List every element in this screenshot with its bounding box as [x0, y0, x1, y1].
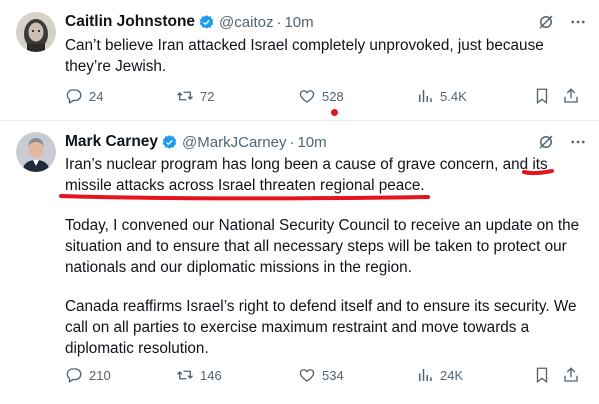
bookmark-button[interactable]: [533, 87, 551, 105]
bookmark-button[interactable]: [533, 366, 551, 384]
reply-count: 210: [89, 367, 111, 383]
reply-icon: [66, 368, 82, 383]
reply-button[interactable]: 210: [65, 366, 111, 384]
tweet-top-actions: [537, 12, 587, 32]
timestamp[interactable]: 10m: [297, 134, 326, 151]
retweet-icon: [177, 91, 193, 101]
views-button[interactable]: 24K: [416, 366, 463, 384]
retweet-count: 146: [200, 367, 222, 383]
text-line: situation and to ensure that all necessa…: [65, 238, 567, 255]
views-button[interactable]: 5.4K: [416, 87, 467, 105]
bookmark-icon: [536, 88, 548, 105]
timestamp[interactable]: 10m: [284, 14, 313, 31]
text-line: Iran’s nuclear program has long been a c…: [65, 156, 548, 173]
heart-icon: [299, 90, 315, 103]
reply-icon: [66, 89, 82, 104]
tweet-actions: 24 72 528 5.4K: [65, 87, 585, 107]
reply-count: 24: [89, 88, 104, 104]
views-icon: [419, 369, 432, 381]
views-count: 5.4K: [440, 88, 467, 104]
grok-icon[interactable]: [537, 133, 555, 151]
retweet-icon: [177, 370, 193, 380]
display-name[interactable]: Mark Carney: [65, 133, 158, 151]
text-line: call on all parties to exercise maximum …: [65, 319, 530, 336]
views-count: 24K: [440, 367, 464, 383]
like-button[interactable]: 528: [298, 87, 344, 105]
tweet-paragraph: Today, I convened our National Security …: [65, 215, 585, 278]
annotation-dot: [331, 109, 338, 116]
grok-icon[interactable]: [537, 13, 555, 31]
tweet-actions: 210 146 534 24K: [65, 366, 585, 386]
text-line: Today, I convened our National Security …: [65, 217, 580, 234]
text-line: they’re Jewish.: [65, 58, 167, 75]
tweet-paragraph: Iran’s nuclear program has long been a c…: [65, 154, 585, 196]
verified-badge-icon: [161, 134, 178, 151]
verified-badge-icon: [198, 14, 215, 31]
text-line: diplomatic resolution.: [65, 340, 209, 357]
annotation-underline: [59, 194, 430, 201]
like-button[interactable]: 534: [298, 366, 344, 384]
tweet-header: Caitlin Johnstone @caitoz · 10m: [65, 12, 314, 32]
annotation-underline: [522, 169, 554, 176]
share-button[interactable]: [562, 366, 580, 384]
share-icon: [564, 88, 578, 103]
tweet-caitlin-johnstone[interactable]: Caitlin Johnstone @caitoz · 10m Can’t be…: [0, 0, 599, 121]
text-line: Canada reaffirms Israel’s right to defen…: [65, 298, 577, 315]
tweet-paragraph: Canada reaffirms Israel’s right to defen…: [65, 296, 585, 359]
views-icon: [419, 90, 432, 102]
heart-icon: [299, 369, 315, 382]
text-line: Can’t believe Iran attacked Israel compl…: [65, 37, 544, 54]
tweet-header: Mark Carney @MarkJCarney · 10m: [65, 132, 327, 152]
retweet-button[interactable]: 72: [176, 87, 214, 105]
like-count: 534: [322, 367, 344, 383]
share-icon: [564, 367, 578, 382]
more-icon[interactable]: [569, 133, 587, 151]
tweet-top-actions: [537, 132, 587, 152]
handle[interactable]: @caitoz: [219, 14, 273, 31]
separator: ·: [276, 13, 282, 31]
retweet-button[interactable]: 146: [176, 366, 222, 384]
separator: ·: [289, 133, 295, 151]
display-name[interactable]: Caitlin Johnstone: [65, 13, 195, 31]
reply-button[interactable]: 24: [65, 87, 103, 105]
tweet-mark-carney[interactable]: Mark Carney @MarkJCarney · 10m Iran’s nu…: [0, 121, 599, 404]
avatar[interactable]: [16, 132, 56, 172]
avatar[interactable]: [16, 12, 56, 52]
like-count: 528: [322, 88, 344, 104]
retweet-count: 72: [200, 88, 215, 104]
text-line: nationals and our diplomatic missions in…: [65, 259, 412, 276]
handle[interactable]: @MarkJCarney: [182, 134, 286, 151]
more-icon[interactable]: [569, 13, 587, 31]
tweet-text: Can’t believe Iran attacked Israel compl…: [65, 35, 585, 77]
bookmark-icon: [536, 367, 548, 384]
share-button[interactable]: [562, 87, 580, 105]
